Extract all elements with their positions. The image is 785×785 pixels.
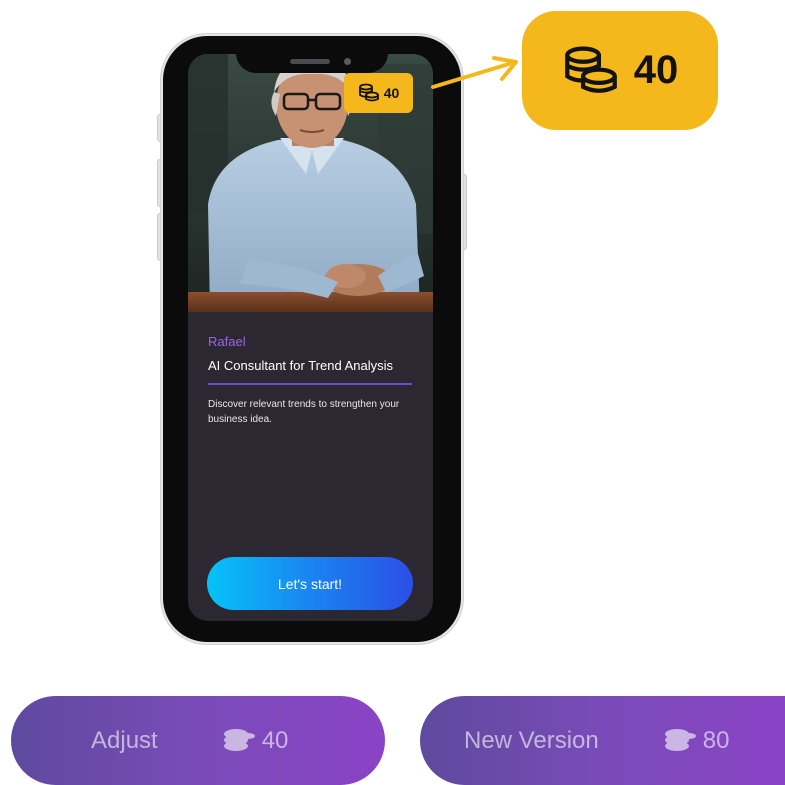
phone-speaker [290, 59, 330, 64]
start-button[interactable]: Let's start! [207, 557, 413, 610]
adjust-cost: 40 [222, 726, 289, 755]
coins-stack-icon [664, 728, 696, 751]
persona-name: Rafael [208, 334, 246, 349]
coins-stack-icon [564, 45, 617, 93]
new-version-cost-value: 80 [702, 726, 730, 754]
divider [208, 383, 412, 385]
coin-cost-value: 40 [383, 85, 400, 101]
new-version-button[interactable]: New Version 80 [420, 696, 785, 785]
persona-photo: 40 [188, 54, 433, 312]
phone-notch [236, 36, 388, 73]
phone-camera [344, 58, 351, 65]
phone-screen: 40 Rafael AI Consultant for Trend Analys… [188, 54, 433, 621]
callout-coin-value: 40 [633, 48, 679, 92]
new-version-cost: 80 [663, 726, 730, 755]
coins-stack-icon [223, 728, 255, 751]
coin-cost-callout: 40 [522, 11, 718, 130]
new-version-label: New Version [464, 726, 599, 754]
coin-cost-badge: 40 [344, 73, 413, 113]
arrow-right-icon [431, 56, 518, 89]
persona-role: AI Consultant for Trend Analysis [208, 358, 393, 373]
adjust-cost-value: 40 [261, 726, 289, 754]
phone-power-button [460, 174, 467, 250]
persona-description: Discover relevant trends to strengthen y… [208, 399, 400, 425]
adjust-button[interactable]: Adjust 40 [11, 696, 385, 785]
adjust-label: Adjust [91, 726, 158, 754]
coins-stack-icon [358, 83, 379, 102]
